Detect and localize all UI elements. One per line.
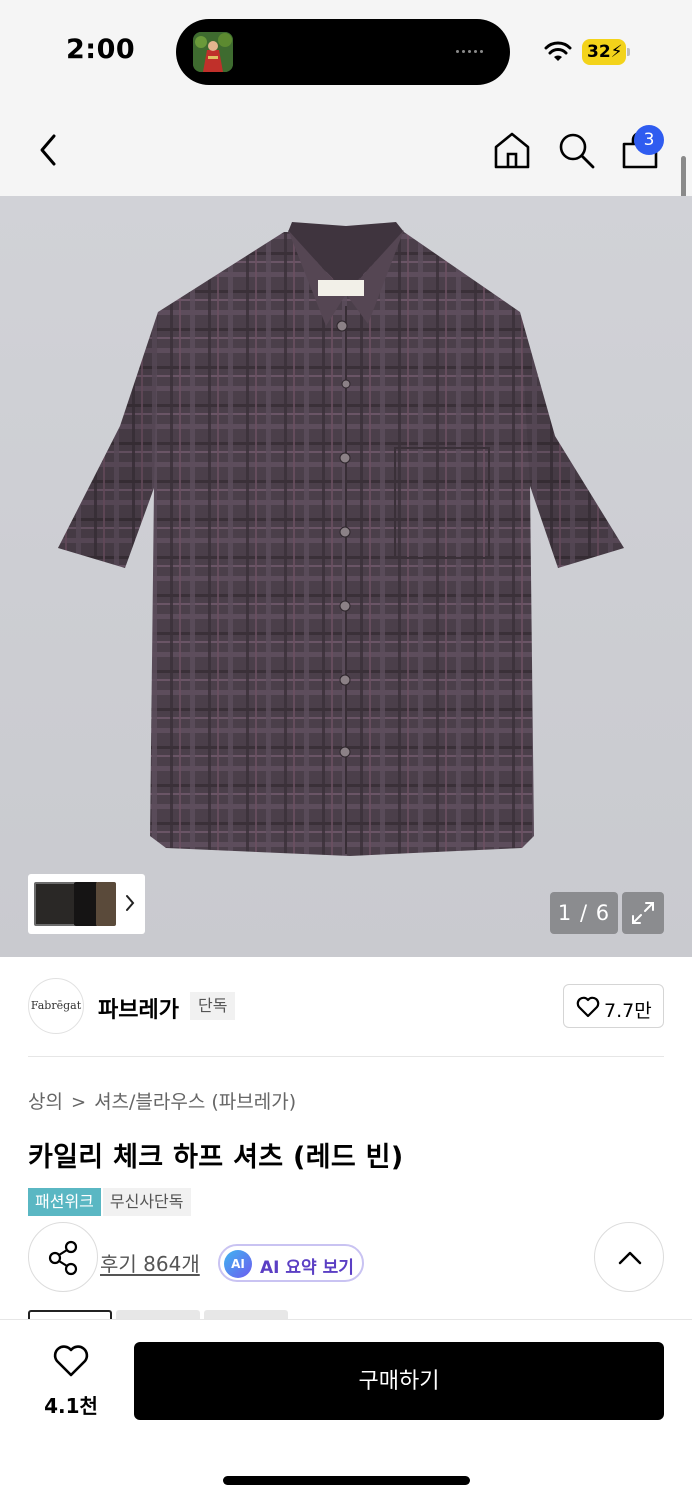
charging-bolt-icon: ⚡	[610, 42, 623, 62]
now-playing-artwork	[193, 32, 233, 72]
thumbnail-2[interactable]	[74, 882, 98, 926]
wifi-icon	[544, 41, 572, 61]
tag-fashion-week[interactable]: 패션위크	[28, 1188, 101, 1216]
breadcrumb: 상의 > 셔츠/블라우스 (파브레가)	[28, 1087, 296, 1114]
ai-summary-button[interactable]: AI AI 요약 보기	[218, 1244, 364, 1282]
breadcrumb-separator-icon: >	[70, 1092, 87, 1113]
status-time: 2:00	[66, 34, 136, 65]
chevron-right-icon[interactable]	[124, 893, 136, 913]
battery-level: 32	[587, 42, 611, 62]
status-bar: 2:00 32⚡	[0, 0, 692, 104]
ai-summary-label: AI 요약 보기	[260, 1258, 354, 1278]
brand-like-button[interactable]: 7.7만	[563, 984, 664, 1028]
share-button[interactable]	[28, 1222, 98, 1292]
product-tags: 패션위크 무신사단독	[28, 1188, 191, 1216]
tag-musinsa-exclusive: 무신사단독	[102, 1188, 191, 1216]
wishlist-count: 4.1천	[44, 1394, 98, 1418]
expand-icon	[632, 902, 654, 924]
gallery-page-counter: 1 / 6	[550, 892, 618, 934]
breadcrumb-category[interactable]: 상의	[28, 1091, 63, 1113]
brand-name[interactable]: 파브레가	[98, 992, 179, 1024]
ai-badge-icon: AI	[224, 1250, 252, 1278]
thumbnail-1[interactable]	[34, 882, 76, 926]
island-activity-indicator	[456, 50, 492, 54]
buy-button[interactable]: 구매하기	[134, 1342, 664, 1420]
heart-icon	[53, 1345, 89, 1377]
dynamic-island[interactable]	[176, 19, 510, 85]
gallery-thumbnail-strip[interactable]	[28, 874, 145, 934]
cart-count-badge: 3	[634, 125, 664, 155]
breadcrumb-subcategory[interactable]: 셔츠/블라우스 (파브레가)	[94, 1091, 296, 1113]
brand-exclusive-tag: 단독	[190, 992, 236, 1020]
top-nav-bar	[0, 104, 692, 196]
chevron-up-icon	[618, 1251, 642, 1265]
brand-logo[interactable]: Fabrēgat	[28, 978, 84, 1034]
thumbnail-3[interactable]	[96, 882, 116, 926]
wishlist-button[interactable]: 4.1천	[30, 1344, 112, 1424]
back-icon[interactable]	[32, 130, 68, 170]
brand-like-count: 7.7만	[604, 1000, 652, 1022]
product-photo	[58, 222, 624, 856]
product-title: 카일리 체크 하프 셔츠 (레드 빈)	[28, 1142, 404, 1173]
home-indicator[interactable]	[223, 1476, 470, 1485]
battery-indicator: 32⚡	[582, 39, 630, 65]
heart-icon	[576, 996, 600, 1018]
search-icon[interactable]	[554, 128, 598, 172]
brand-row[interactable]: Fabrēgat 파브레가 단독 7.7만	[28, 978, 664, 1036]
reviews-link[interactable]: 후기 864개	[100, 1248, 200, 1277]
expand-button[interactable]	[622, 892, 664, 934]
divider	[28, 1056, 664, 1057]
scroll-to-top-button[interactable]	[594, 1222, 664, 1292]
bottom-action-bar: 4.1천 구매하기	[0, 1319, 692, 1500]
share-icon	[48, 1240, 78, 1276]
product-image-gallery[interactable]: 1 / 6	[0, 196, 692, 957]
home-icon[interactable]	[490, 128, 534, 172]
